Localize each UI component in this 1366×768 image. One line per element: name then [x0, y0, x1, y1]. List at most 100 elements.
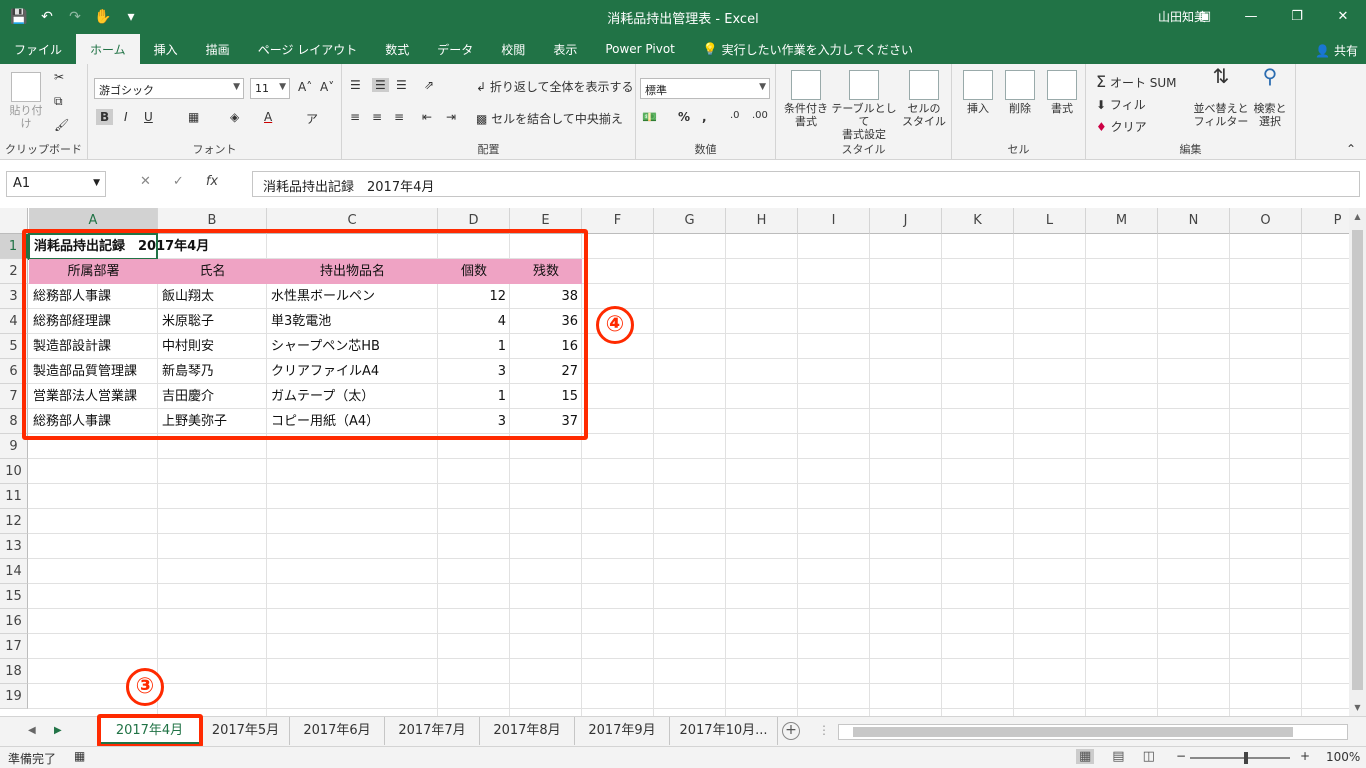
add-sheet-button[interactable]: +	[782, 722, 800, 740]
row-header-18[interactable]: 18	[0, 659, 28, 684]
format-as-table-button[interactable]: テーブルとして 書式設定	[830, 70, 898, 141]
tab-home[interactable]: ホーム	[76, 34, 140, 64]
sheet-tab-10[interactable]: 2017年10月...	[670, 717, 778, 745]
clear-button[interactable]: ♦ クリア	[1096, 118, 1147, 135]
increase-decimal-icon[interactable]: .0	[730, 110, 740, 121]
conditional-format-button[interactable]: 条件付き 書式	[780, 70, 832, 128]
align-left-icon[interactable]: ≡	[350, 110, 360, 124]
column-header-g[interactable]: G	[654, 208, 726, 234]
row-header-17[interactable]: 17	[0, 634, 28, 659]
zoom-out-icon[interactable]: −	[1176, 749, 1186, 763]
tab-formulas[interactable]: 数式	[371, 34, 423, 64]
column-header-i[interactable]: I	[798, 208, 870, 234]
row-header-15[interactable]: 15	[0, 584, 28, 609]
row-header-14[interactable]: 14	[0, 559, 28, 584]
sheet-tab-8[interactable]: 2017年8月	[480, 717, 575, 745]
enter-icon[interactable]: ✓	[173, 174, 184, 189]
row-header-10[interactable]: 10	[0, 459, 28, 484]
zoom-in-icon[interactable]: +	[1300, 749, 1310, 763]
tab-review[interactable]: 校閲	[487, 34, 539, 64]
page-break-view-icon[interactable]: ◫	[1143, 749, 1155, 764]
column-header-k[interactable]: K	[942, 208, 1014, 234]
column-header-h[interactable]: H	[726, 208, 798, 234]
tab-data[interactable]: データ	[423, 34, 487, 64]
cell-styles-button[interactable]: セルの スタイル	[898, 70, 950, 128]
phonetic-icon[interactable]: ア	[306, 110, 318, 127]
restore-icon[interactable]: ❐	[1274, 0, 1320, 32]
italic-icon[interactable]: I	[124, 110, 128, 124]
underline-icon[interactable]: U	[144, 110, 153, 124]
currency-icon[interactable]: 💵	[642, 110, 657, 124]
align-center-icon[interactable]: ≡	[372, 110, 382, 124]
scroll-down-icon[interactable]: ▼	[1349, 699, 1366, 716]
sheet-tab-9[interactable]: 2017年9月	[575, 717, 670, 745]
tab-file[interactable]: ファイル	[0, 34, 76, 64]
format-painter-icon[interactable]: 🖌	[54, 118, 69, 132]
close-icon[interactable]: ✕	[1320, 0, 1366, 32]
increase-font-icon[interactable]: A˄	[298, 80, 312, 94]
orientation-icon[interactable]: ⇗	[424, 78, 434, 92]
prev-sheet-icon[interactable]: ◀	[28, 725, 36, 736]
page-layout-view-icon[interactable]: ▤	[1112, 749, 1124, 764]
row-header-13[interactable]: 13	[0, 534, 28, 559]
worksheet-grid[interactable]: ABCDEFGHIJKLMNOP 1 2 3 4 5 6 7 8 9 10 11 12 13 14 15 16…	[0, 208, 1349, 716]
ribbon-display-icon[interactable]: ▣	[1182, 0, 1228, 32]
zoom-slider[interactable]	[1190, 757, 1290, 759]
wrap-text-button[interactable]: ↲ 折り返して全体を表示する	[476, 78, 634, 95]
minimize-icon[interactable]: —	[1228, 0, 1274, 32]
tab-split-handle[interactable]: ⋮	[818, 723, 830, 737]
decrease-indent-icon[interactable]: ⇤	[422, 110, 432, 124]
zoom-slider-knob[interactable]	[1244, 752, 1248, 764]
vertical-scroll-thumb[interactable]	[1352, 230, 1363, 690]
vertical-scrollbar[interactable]: ▲ ▼	[1349, 208, 1366, 716]
normal-view-icon[interactable]: ▦	[1076, 749, 1095, 764]
align-middle-icon[interactable]: ☰	[372, 78, 389, 92]
column-header-o[interactable]: O	[1230, 208, 1302, 234]
cancel-icon[interactable]: ✕	[140, 174, 151, 189]
font-color-icon[interactable]: A	[264, 110, 272, 124]
align-bottom-icon[interactable]: ☰	[396, 78, 407, 92]
tell-me-box[interactable]: 💡 実行したい作業を入力してください	[689, 34, 927, 64]
tab-power-pivot[interactable]: Power Pivot	[591, 34, 689, 64]
decrease-font-icon[interactable]: A˅	[320, 80, 334, 94]
find-select-button[interactable]: ⚲ 検索と 選択	[1250, 66, 1290, 128]
share-button[interactable]: 👤 共有	[1315, 42, 1358, 59]
sort-filter-button[interactable]: ⇅ 並べ替えと フィルター	[1192, 66, 1250, 128]
name-box[interactable]: A1 ▼	[6, 171, 106, 197]
merge-center-button[interactable]: ▩ セルを結合して中央揃え	[476, 110, 623, 127]
next-sheet-icon[interactable]: ▶	[54, 725, 62, 736]
delete-cells-button[interactable]: 削除	[1000, 70, 1040, 115]
tab-page-layout[interactable]: ページ レイアウト	[244, 34, 372, 64]
formula-input[interactable]: 消耗品持出記録 2017年4月	[252, 171, 1360, 197]
zoom-level[interactable]: 100%	[1326, 750, 1360, 764]
row-header-12[interactable]: 12	[0, 509, 28, 534]
font-name-select[interactable]: 游ゴシック ▼	[94, 78, 244, 99]
row-header-11[interactable]: 11	[0, 484, 28, 509]
insert-cells-button[interactable]: 挿入	[958, 70, 998, 115]
comma-icon[interactable]: ,	[702, 110, 707, 124]
row-header-19[interactable]: 19	[0, 684, 28, 709]
cut-icon[interactable]: ✂	[54, 70, 64, 84]
sheet-tab-6[interactable]: 2017年6月	[290, 717, 385, 745]
align-right-icon[interactable]: ≡	[394, 110, 404, 124]
fill-color-icon[interactable]: ◈	[230, 110, 239, 124]
decrease-decimal-icon[interactable]: .00	[752, 110, 768, 121]
percent-icon[interactable]: %	[678, 110, 690, 124]
font-size-select[interactable]: 11 ▼	[250, 78, 290, 99]
tab-insert[interactable]: 挿入	[140, 34, 192, 64]
column-header-j[interactable]: J	[870, 208, 942, 234]
autosum-button[interactable]: Σ オート SUM	[1096, 72, 1177, 91]
horizontal-scroll-thumb[interactable]	[853, 727, 1293, 737]
row-header-16[interactable]: 16	[0, 609, 28, 634]
column-header-f[interactable]: F	[582, 208, 654, 234]
collapse-ribbon-icon[interactable]: ⌃	[1346, 142, 1356, 156]
align-top-icon[interactable]: ☰	[350, 78, 361, 92]
sheet-tab-7[interactable]: 2017年7月	[385, 717, 480, 745]
fill-button[interactable]: ⬇ フィル	[1096, 96, 1146, 113]
macro-record-icon[interactable]: ▦	[74, 749, 85, 763]
scroll-up-icon[interactable]: ▲	[1349, 208, 1366, 225]
column-header-p[interactable]: P	[1302, 208, 1349, 234]
tab-view[interactable]: 表示	[539, 34, 591, 64]
border-icon[interactable]: ▦	[188, 110, 199, 124]
format-cells-button[interactable]: 書式	[1042, 70, 1082, 115]
